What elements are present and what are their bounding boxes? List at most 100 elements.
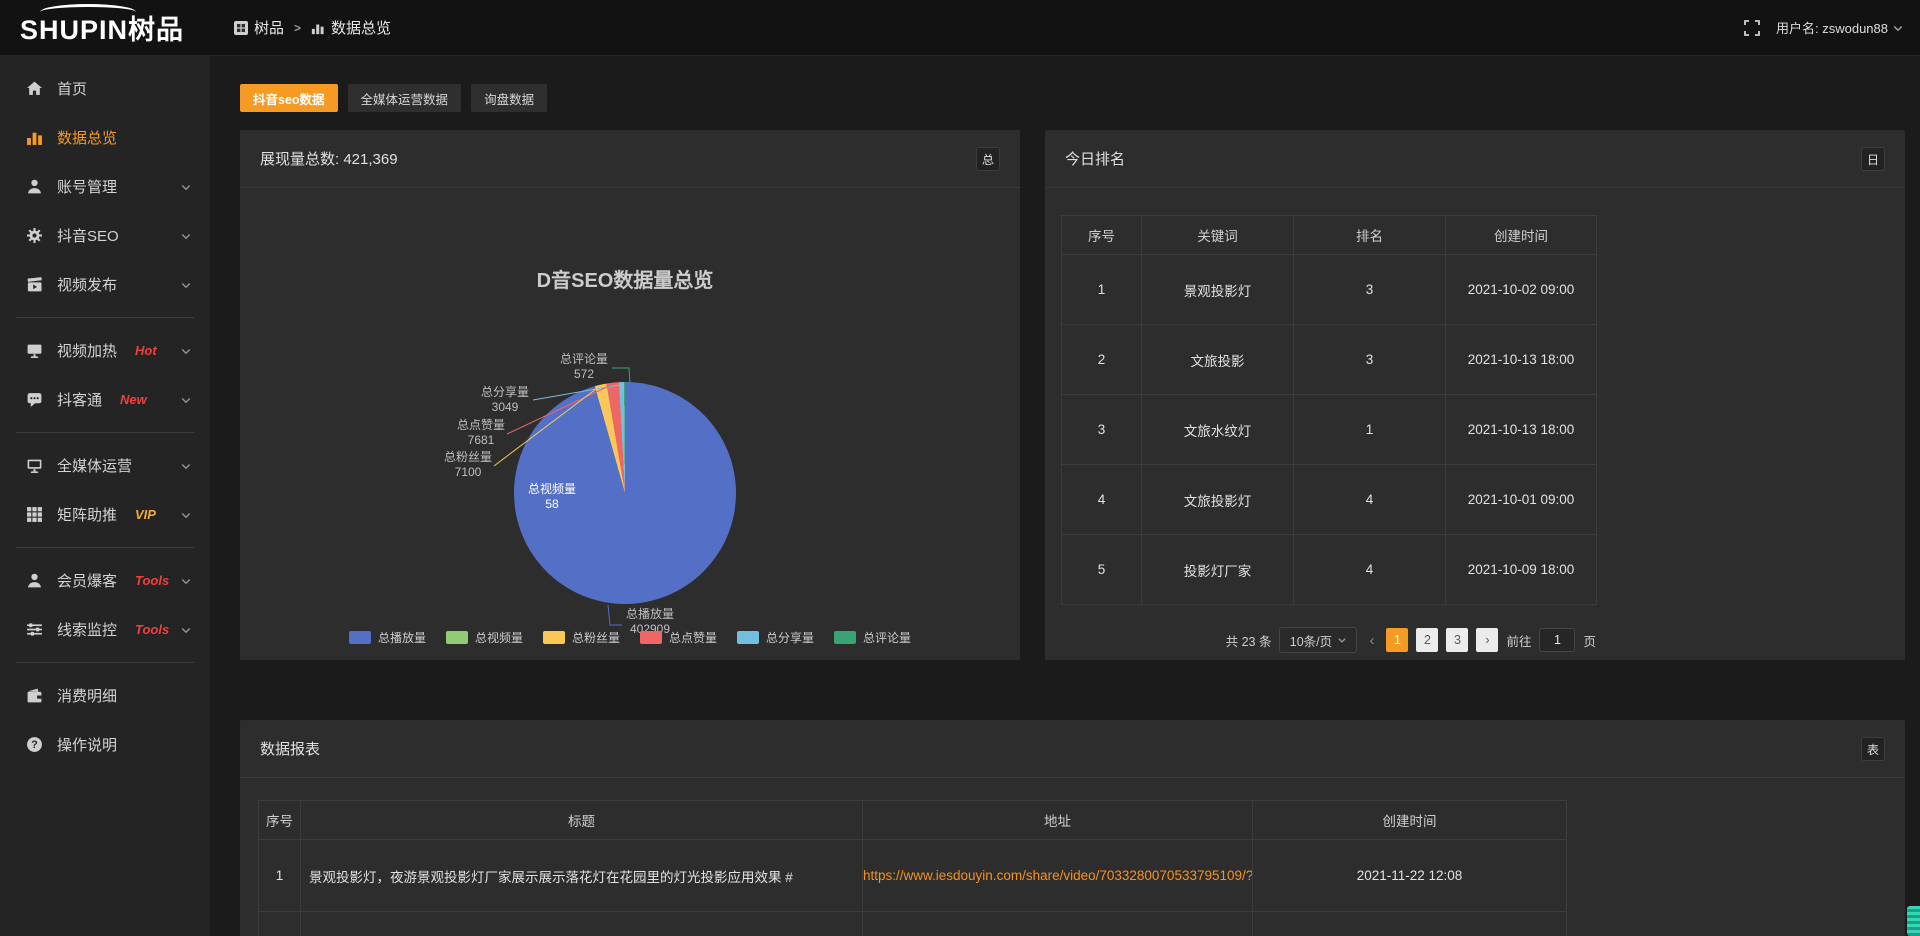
legend-item-likes[interactable]: 总点赞量	[640, 629, 717, 646]
table-row[interactable]: 3文旅水纹灯12021-10-13 18:00	[1062, 395, 1597, 465]
sidebar-item-matrix-boost[interactable]: 矩阵助推 VIP	[0, 490, 210, 539]
page-button-1[interactable]: 1	[1386, 628, 1408, 652]
total-impressions-label: 展现量总数: 421,369	[260, 148, 398, 169]
legend-item-fans[interactable]: 总粉丝量	[543, 629, 620, 646]
user-menu[interactable]: 用户名: zswodun88	[1776, 18, 1904, 37]
chat-icon	[26, 391, 43, 408]
report-panel: 数据报表 表 序号 标题 地址 创建时间 1 景观投影灯，夜游景观投影灯厂家	[240, 720, 1905, 936]
page-button-3[interactable]: 3	[1446, 628, 1468, 652]
chevron-down-icon	[180, 394, 192, 406]
sidebar-item-consume-detail[interactable]: 消费明细	[0, 671, 210, 720]
sidebar-item-member-baoke[interactable]: 会员爆客 Tools	[0, 556, 210, 605]
chevron-down-icon	[180, 181, 192, 193]
pagination-total: 共 23 条	[1226, 631, 1272, 650]
logo[interactable]: SHUPIN树品	[0, 0, 210, 56]
legend-item-shares[interactable]: 总分享量	[737, 629, 814, 646]
data-tabs: 抖音seo数据 全媒体运营数据 询盘数据	[240, 84, 547, 112]
sidebar-item-operation-guide[interactable]: ? 操作说明	[0, 720, 210, 769]
home-icon	[26, 80, 43, 97]
pie-label-likes: 总点赞量7681	[453, 418, 509, 448]
legend-item-comments[interactable]: 总评论量	[834, 629, 911, 646]
legend-swatch	[737, 631, 759, 644]
user-icon	[26, 178, 43, 195]
sidebar-divider	[16, 662, 194, 663]
video-publish-icon	[26, 276, 43, 293]
table-row[interactable]: 2文旅投影32021-10-13 18:00	[1062, 325, 1597, 395]
report-title: 数据报表	[260, 738, 320, 759]
report-table: 序号 标题 地址 创建时间 1 景观投影灯，夜游景观投影灯厂家展示展示落花灯在花…	[258, 800, 1567, 936]
report-panel-header: 数据报表	[240, 720, 1905, 778]
page-button-2[interactable]: 2	[1416, 628, 1438, 652]
sidebar-divider	[16, 317, 194, 318]
video-link[interactable]: https://www.iesdouyin.com/share/video/70…	[863, 868, 1253, 883]
top-header: SHUPIN树品 树品 > 数据总览 用户名: zswodun88	[0, 0, 1920, 56]
sidebar-item-douyin-seo[interactable]: 抖音SEO	[0, 211, 210, 260]
table-row[interactable]	[259, 912, 1567, 936]
tab-inquiry-data[interactable]: 询盘数据	[471, 84, 547, 112]
main-content: 抖音seo数据 全媒体运营数据 询盘数据 展现量总数: 421,369 总 D音…	[210, 56, 1920, 936]
sidebar-item-account[interactable]: 账号管理	[0, 162, 210, 211]
sidebar-item-video-heat[interactable]: 视频加热 Hot	[0, 326, 210, 375]
chevron-down-icon	[1892, 22, 1904, 34]
overview-panel-header: 展现量总数: 421,369	[240, 130, 1020, 188]
pie-label-shares: 总分享量3049	[477, 385, 533, 415]
legend-item-plays[interactable]: 总播放量	[349, 629, 426, 646]
table-header-row: 序号 标题 地址 创建时间	[259, 801, 1567, 840]
col-url: 地址	[863, 801, 1253, 840]
breadcrumb: 树品 > 数据总览	[234, 17, 391, 38]
tab-douyin-seo-data[interactable]: 抖音seo数据	[240, 84, 338, 112]
hot-badge: Hot	[135, 343, 157, 358]
chevron-down-icon	[180, 460, 192, 472]
ranking-panel: 今日排名 日 序号 关键词 排名 创建时间 1景观投影灯32021-10-02 …	[1045, 130, 1905, 660]
day-toggle-button[interactable]: 日	[1861, 147, 1885, 171]
pie-label-comments: 总评论量572	[556, 352, 612, 382]
sidebar-divider	[16, 432, 194, 433]
monitor-icon	[26, 457, 43, 474]
sidebar-item-video-publish[interactable]: 视频发布	[0, 260, 210, 309]
sidebar-item-home[interactable]: 首页	[0, 64, 210, 113]
col-index: 序号	[1062, 216, 1142, 255]
goto-page-input[interactable]	[1539, 628, 1575, 652]
pie-chart: D音SEO数据量总览 总评论量572 总分享量3049 总点赞量7681	[240, 188, 1020, 660]
col-created: 创建时间	[1253, 801, 1567, 840]
table-row[interactable]: 5投影灯厂家42021-10-09 18:00	[1062, 535, 1597, 605]
chevron-down-icon	[180, 279, 192, 291]
table-row[interactable]: 1景观投影灯32021-10-02 09:00	[1062, 255, 1597, 325]
sidebar-item-data-overview[interactable]: 数据总览	[0, 113, 210, 162]
breadcrumb-separator: >	[294, 21, 301, 35]
tab-media-operation-data[interactable]: 全媒体运营数据	[348, 84, 462, 112]
header-right: 用户名: zswodun88	[1744, 18, 1920, 37]
breadcrumb-current[interactable]: 数据总览	[311, 17, 391, 38]
bar-chart-icon	[311, 21, 325, 35]
table-header-row: 序号 关键词 排名 创建时间	[1062, 216, 1597, 255]
table-row[interactable]: 4文旅投影灯42021-10-01 09:00	[1062, 465, 1597, 535]
col-keyword: 关键词	[1142, 216, 1294, 255]
grid-icon	[26, 506, 43, 523]
fullscreen-icon[interactable]	[1744, 20, 1760, 36]
app-grid-icon	[234, 21, 248, 35]
overview-panel: 展现量总数: 421,369 总 D音SEO数据量总览 总评论量572 总分享量	[240, 130, 1020, 660]
breadcrumb-root[interactable]: 树品	[234, 17, 284, 38]
floating-widget-icon[interactable]	[1907, 906, 1920, 936]
table-toggle-button[interactable]: 表	[1861, 737, 1885, 761]
gear-icon	[26, 227, 43, 244]
chevron-down-icon	[180, 624, 192, 636]
sidebar-divider	[16, 547, 194, 548]
total-toggle-button[interactable]: 总	[976, 147, 1000, 171]
sidebar-item-clue-monitor[interactable]: 线索监控 Tools	[0, 605, 210, 654]
prev-page-button[interactable]: ‹	[1365, 632, 1378, 649]
svg-text:?: ?	[31, 739, 37, 751]
sidebar-item-douketong[interactable]: 抖客通 New	[0, 375, 210, 424]
legend-swatch	[834, 631, 856, 644]
table-row[interactable]: 1 景观投影灯，夜游景观投影灯厂家展示展示落花灯在花园里的灯光投影应用效果 # …	[259, 840, 1567, 912]
username-label: 用户名: zswodun88	[1776, 18, 1888, 37]
goto-label: 前往	[1506, 631, 1531, 650]
ranking-title: 今日排名	[1065, 148, 1125, 169]
goto-suffix: 页	[1583, 631, 1596, 650]
legend-item-videos[interactable]: 总视频量	[446, 629, 523, 646]
legend-swatch	[446, 631, 468, 644]
page-size-select[interactable]: 10条/页	[1279, 627, 1357, 653]
next-page-button[interactable]: ›	[1476, 628, 1498, 652]
sidebar-item-media-operation[interactable]: 全媒体运营	[0, 441, 210, 490]
pie-label-fans: 总粉丝量7100	[440, 450, 496, 480]
